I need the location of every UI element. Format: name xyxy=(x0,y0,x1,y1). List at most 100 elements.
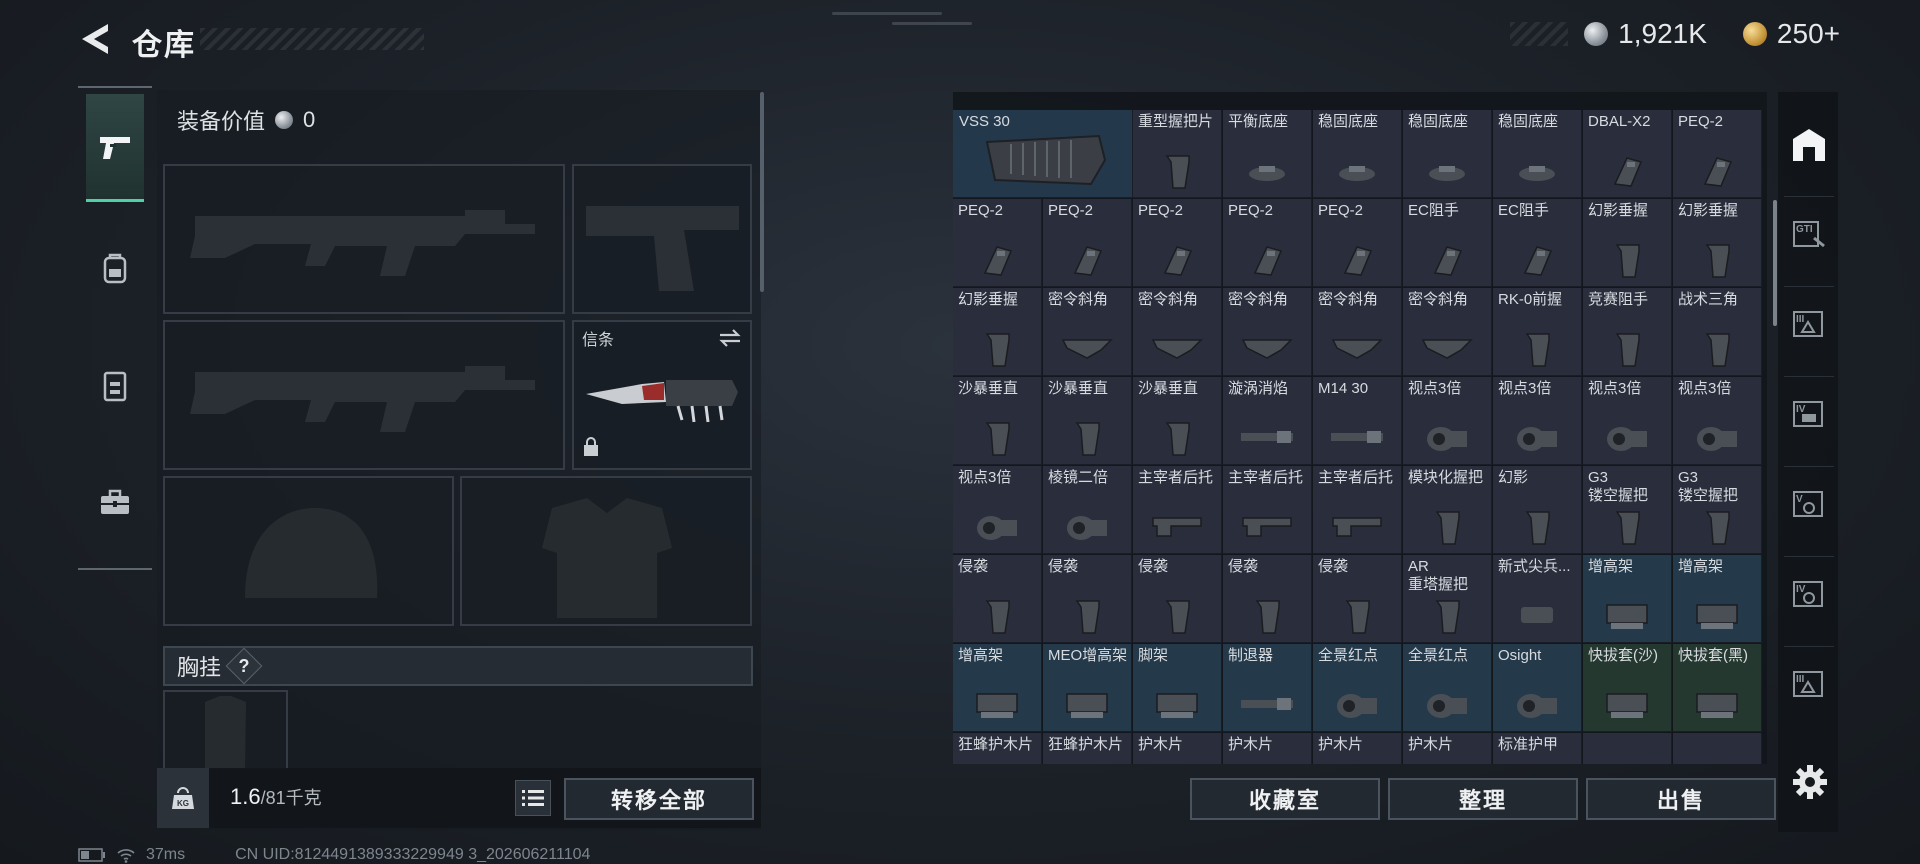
settings-gear-icon[interactable] xyxy=(1790,762,1830,807)
storage-item[interactable]: PEQ-2 xyxy=(1223,199,1312,287)
storage-item[interactable]: 视点3倍 xyxy=(1403,377,1492,465)
organize-button[interactable]: 整理 xyxy=(1388,778,1578,820)
storage-item[interactable]: RK-0前握 xyxy=(1493,288,1582,376)
storage-scrollbar[interactable] xyxy=(1773,200,1777,326)
storage-item[interactable]: 狂蜂护木片 xyxy=(1043,733,1132,764)
helmet-slot[interactable] xyxy=(163,476,454,626)
body-armor-slot[interactable] xyxy=(460,476,752,626)
storage-tab-5[interactable]: V xyxy=(1784,466,1834,538)
storage-item[interactable]: 沙暴垂直 xyxy=(1043,377,1132,465)
storage-item[interactable]: 护木片 xyxy=(1403,733,1492,764)
storage-item[interactable]: 棱镜二倍 xyxy=(1043,466,1132,554)
storage-item[interactable]: 制退器 xyxy=(1223,644,1312,732)
storage-item[interactable]: 侵袭 xyxy=(1043,555,1132,643)
storage-item[interactable]: PEQ-2 xyxy=(1133,199,1222,287)
pistol-slot[interactable] xyxy=(572,164,752,314)
sell-button[interactable]: 出售 xyxy=(1586,778,1776,820)
storage-tab-2[interactable]: GTI xyxy=(1784,196,1834,268)
storage-item[interactable]: 侵袭 xyxy=(1133,555,1222,643)
storage-item[interactable]: 快拔套(黑) xyxy=(1673,644,1762,732)
back-button[interactable] xyxy=(78,20,112,58)
storage-item[interactable]: EC阻手 xyxy=(1493,199,1582,287)
storage-item[interactable]: 护木片 xyxy=(1133,733,1222,764)
storage-item[interactable]: G3 镂空握把 xyxy=(1673,466,1762,554)
primary-weapon-slot[interactable] xyxy=(163,164,565,314)
storage-item[interactable]: AR 重塔握把 xyxy=(1403,555,1492,643)
storage-tab-6[interactable]: IV xyxy=(1784,556,1834,628)
storage-tab-4[interactable]: IV xyxy=(1784,376,1834,448)
secondary-weapon-slot[interactable] xyxy=(163,320,565,470)
storage-item[interactable]: 漩涡消焰 xyxy=(1223,377,1312,465)
storage-item[interactable]: 幻影垂握 xyxy=(1673,199,1762,287)
storage-item[interactable]: 幻影垂握 xyxy=(1583,199,1672,287)
storage-item[interactable]: 视点3倍 xyxy=(953,466,1042,554)
storage-item[interactable]: MEO增高架 xyxy=(1043,644,1132,732)
storage-item[interactable]: 主宰者后托 xyxy=(1313,466,1402,554)
storage-item[interactable]: 沙暴垂直 xyxy=(953,377,1042,465)
storage-item[interactable]: G3 镂空握把 xyxy=(1583,466,1672,554)
storage-item[interactable]: 密令斜角 xyxy=(1043,288,1132,376)
storage-item[interactable]: 护木片 xyxy=(1223,733,1312,764)
storage-item[interactable]: 幻影 xyxy=(1493,466,1582,554)
storage-item-vss[interactable]: VSS 30 xyxy=(953,110,1133,198)
storage-item[interactable]: 侵袭 xyxy=(1313,555,1402,643)
storage-tab-3[interactable]: III xyxy=(1784,286,1834,358)
storage-item[interactable]: PEQ-2 xyxy=(1673,110,1762,198)
storage-item[interactable]: 脚架 xyxy=(1133,644,1222,732)
storage-item[interactable]: Osight xyxy=(1493,644,1582,732)
storage-item[interactable]: 视点3倍 xyxy=(1583,377,1672,465)
swap-icon[interactable] xyxy=(718,328,742,353)
storage-item[interactable]: 密令斜角 xyxy=(1133,288,1222,376)
tab-weapons[interactable] xyxy=(86,94,144,202)
storage-item[interactable]: 主宰者后托 xyxy=(1133,466,1222,554)
storage-item[interactable]: 竞赛阻手 xyxy=(1583,288,1672,376)
storage-item[interactable]: 标准护甲 xyxy=(1493,733,1582,764)
storage-item[interactable]: 增高架 xyxy=(1583,555,1672,643)
storage-item[interactable]: 模块化握把 xyxy=(1403,466,1492,554)
transfer-all-button[interactable]: 转移全部 xyxy=(564,778,754,820)
storage-item[interactable]: DBAL-X2 xyxy=(1583,110,1672,198)
storage-item[interactable]: 稳固底座 xyxy=(1313,110,1402,198)
storage-item[interactable]: PEQ-2 xyxy=(1043,199,1132,287)
storage-item[interactable]: 幻影垂握 xyxy=(953,288,1042,376)
list-view-button[interactable] xyxy=(515,780,551,816)
storage-item[interactable]: 密令斜角 xyxy=(1313,288,1402,376)
tab-backpack[interactable] xyxy=(86,214,144,322)
storage-item[interactable] xyxy=(1583,733,1672,764)
storage-item[interactable]: 全景红点 xyxy=(1403,644,1492,732)
storage-tab-7[interactable]: III xyxy=(1784,646,1834,718)
tab-supplies[interactable] xyxy=(86,448,144,556)
storage-item[interactable]: 全景红点 xyxy=(1313,644,1402,732)
storage-item[interactable]: PEQ-2 xyxy=(953,199,1042,287)
storage-item[interactable]: 快拔套(沙) xyxy=(1583,644,1672,732)
storage-item[interactable]: 稳固底座 xyxy=(1403,110,1492,198)
storage-item[interactable]: 增高架 xyxy=(953,644,1042,732)
collection-room-button[interactable]: 收藏室 xyxy=(1190,778,1380,820)
melee-slot[interactable]: 信条 xyxy=(572,320,752,470)
storage-item[interactable]: M14 30 xyxy=(1313,377,1402,465)
storage-item[interactable]: 视点3倍 xyxy=(1673,377,1762,465)
loadout-scrollbar[interactable] xyxy=(760,92,764,292)
storage-item[interactable]: EC阻手 xyxy=(1403,199,1492,287)
storage-item[interactable]: 护木片 xyxy=(1313,733,1402,764)
storage-item[interactable]: 密令斜角 xyxy=(1403,288,1492,376)
storage-item[interactable]: 密令斜角 xyxy=(1223,288,1312,376)
storage-tab-home[interactable] xyxy=(1784,108,1834,180)
storage-item[interactable]: 新式尖兵... xyxy=(1493,555,1582,643)
storage-item[interactable]: 侵袭 xyxy=(953,555,1042,643)
storage-item[interactable]: 视点3倍 xyxy=(1493,377,1582,465)
tab-armor[interactable] xyxy=(86,332,144,440)
storage-item[interactable] xyxy=(1673,733,1762,764)
storage-item[interactable]: 平衡底座 xyxy=(1223,110,1312,198)
chest-rig-slot[interactable] xyxy=(163,690,288,770)
storage-item[interactable]: 稳固底座 xyxy=(1493,110,1582,198)
storage-item[interactable]: 重型握把片 xyxy=(1133,110,1222,198)
storage-item[interactable]: 增高架 xyxy=(1673,555,1762,643)
storage-item[interactable]: 战术三角 xyxy=(1673,288,1762,376)
storage-item[interactable]: PEQ-2 xyxy=(1313,199,1402,287)
storage-item[interactable]: 侵袭 xyxy=(1223,555,1312,643)
storage-item[interactable]: 主宰者后托 xyxy=(1223,466,1312,554)
storage-item[interactable]: 狂蜂护木片 xyxy=(953,733,1042,764)
storage-item[interactable]: 沙暴垂直 xyxy=(1133,377,1222,465)
help-icon[interactable]: ? xyxy=(225,647,263,685)
